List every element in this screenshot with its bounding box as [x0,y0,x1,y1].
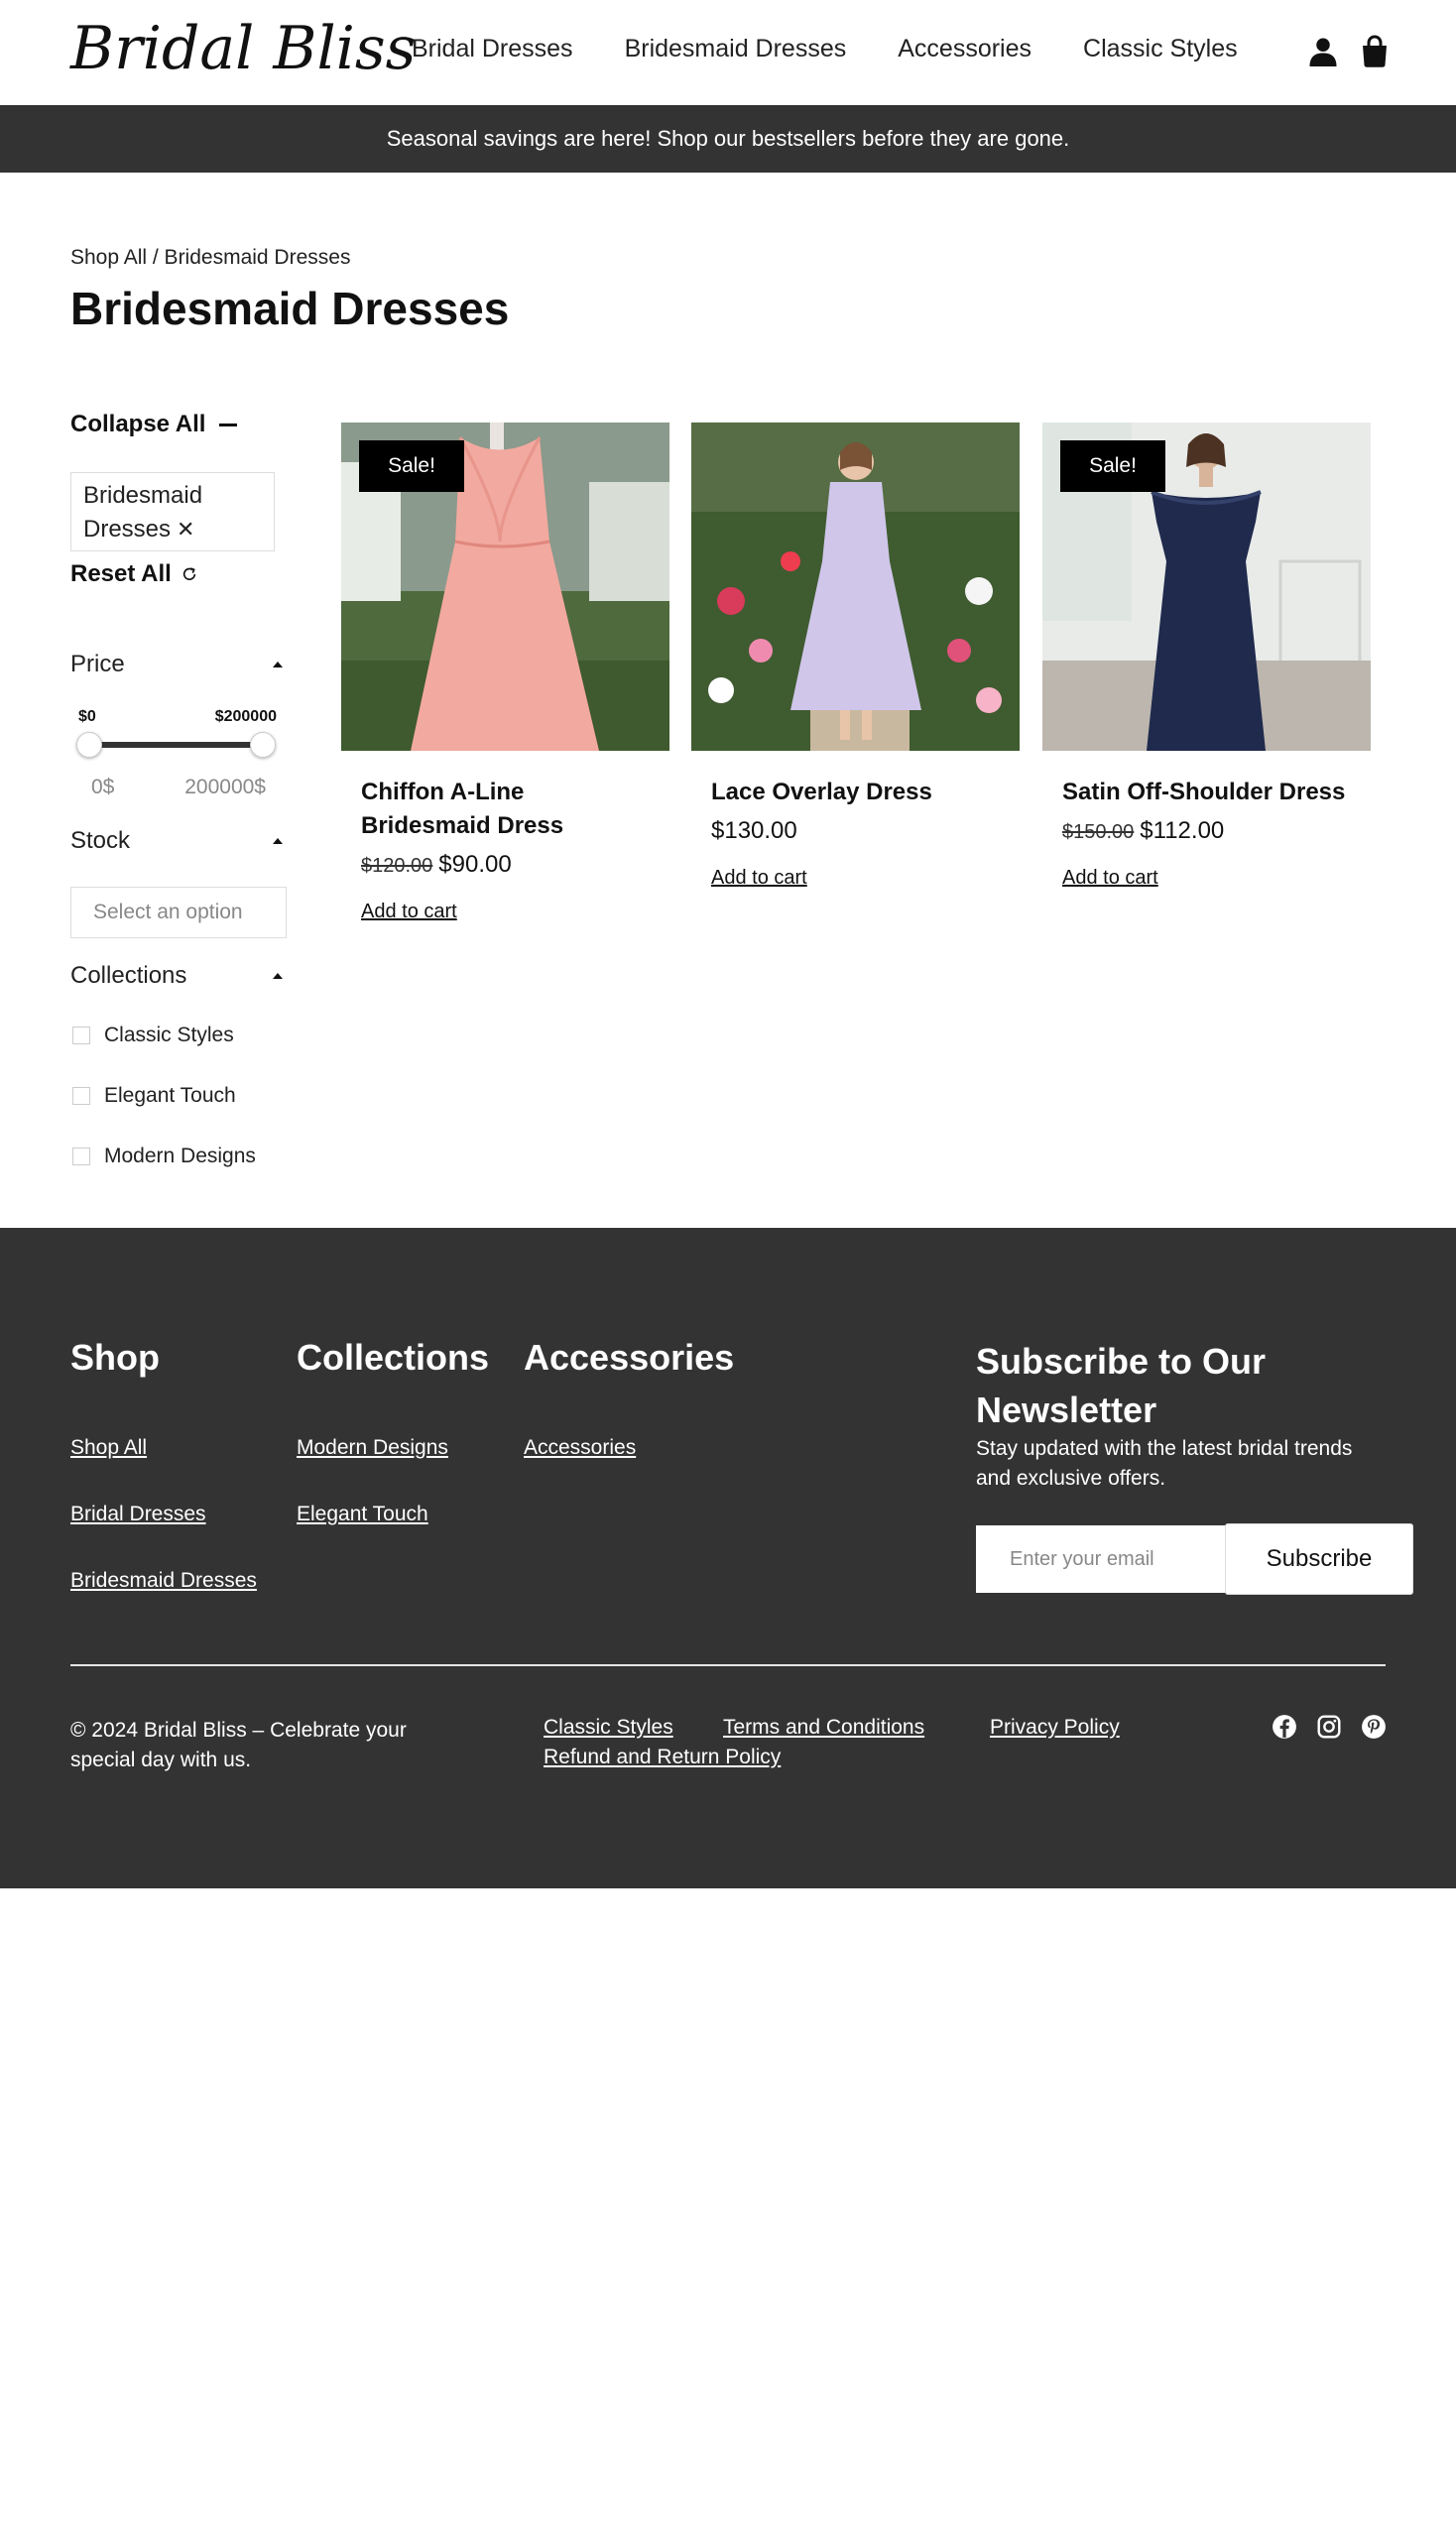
instagram-icon[interactable] [1316,1714,1342,1740]
nav-bridesmaid-dresses[interactable]: Bridesmaid Dresses [625,35,847,63]
product-name[interactable]: Chiffon A-Line Bridesmaid Dress [361,776,659,843]
price-slider-min-handle[interactable] [76,732,102,758]
page-title: Bridesmaid Dresses [70,283,510,334]
active-filter-chip[interactable]: Bridesmaid Dresses ✕ [70,472,275,551]
product-image[interactable]: Sale! [1042,423,1371,751]
collections-filter-title: Collections [70,962,187,989]
product-price: $120.00 $90.00 [361,851,512,879]
collection-option-label: Elegant Touch [104,1084,236,1107]
add-to-cart-button[interactable]: Add to cart [711,867,807,890]
caret-up-icon [273,838,283,844]
collapse-all-button[interactable]: Collapse All [70,411,238,438]
site-header: Bridal Bliss Bridal Dresses Bridesmaid D… [0,0,1456,105]
product-name[interactable]: Satin Off-Shoulder Dress [1062,776,1360,809]
price-filter-toggle[interactable]: Price [70,651,285,678]
collection-option-classic-styles[interactable]: Classic Styles [72,1024,234,1047]
price-min-label: $0 [78,708,96,725]
footer-collections-title: Collections [297,1337,490,1378]
bag-icon[interactable] [1357,34,1393,69]
footer-accessories-title: Accessories [524,1337,735,1378]
product-price: $130.00 [711,817,797,845]
price-max-value: 200000$ [184,776,266,798]
sale-badge: Sale! [1060,440,1165,492]
price-range-labels: $0 $200000 [78,708,277,726]
close-icon[interactable]: ✕ [177,517,194,542]
footer-link-bridal-dresses[interactable]: Bridal Dresses [70,1503,206,1526]
reset-all-label: Reset All [70,560,172,587]
pinterest-icon[interactable] [1361,1714,1387,1740]
site-logo[interactable]: Bridal Bliss [70,14,416,83]
product-sale-price: $130.00 [711,817,797,844]
price-range-values: 0$ 200000$ [91,776,266,799]
footer-link-shop-all[interactable]: Shop All [70,1436,147,1460]
checkbox[interactable] [72,1087,90,1105]
dress-photo [691,423,1020,751]
caret-up-icon [273,973,283,979]
copyright: © 2024 Bridal Bliss – Celebrate your spe… [70,1719,407,1771]
product-image[interactable] [691,423,1020,751]
collapse-all-label: Collapse All [70,411,206,437]
footer-shop-title: Shop [70,1337,160,1378]
collection-option-label: Modern Designs [104,1145,256,1167]
newsletter-description: Stay updated with the latest bridal tren… [976,1437,1353,1490]
breadcrumb[interactable]: Shop All / Bridesmaid Dresses [70,246,350,270]
product-old-price: $150.00 [1062,821,1135,843]
price-slider-max-handle[interactable] [250,732,276,758]
product-name[interactable]: Lace Overlay Dress [711,776,1009,809]
newsletter-email-input[interactable]: Enter your email [976,1525,1226,1593]
price-filter-title: Price [70,651,125,677]
product-price: $150.00 $112.00 [1062,817,1224,845]
legal-link-privacy[interactable]: Privacy Policy [990,1716,1120,1740]
checkbox[interactable] [72,1027,90,1044]
footer-link-bridesmaid-dresses[interactable]: Bridesmaid Dresses [70,1569,257,1593]
legal-link-classic-styles[interactable]: Classic Styles [544,1716,673,1740]
caret-up-icon [273,662,283,667]
sale-badge: Sale! [359,440,464,492]
collection-option-modern-designs[interactable]: Modern Designs [72,1145,256,1168]
nav-classic-styles[interactable]: Classic Styles [1083,35,1238,63]
legal-link-terms[interactable]: Terms and Conditions [723,1716,924,1740]
collection-option-elegant-touch[interactable]: Elegant Touch [72,1084,236,1108]
price-min-value: 0$ [91,776,115,798]
minus-icon [219,423,238,426]
footer-link-modern-designs[interactable]: Modern Designs [297,1436,448,1460]
user-icon[interactable] [1305,34,1341,69]
product-sale-price: $112.00 [1140,817,1225,844]
collection-option-label: Classic Styles [104,1024,234,1046]
product-image[interactable]: Sale! [341,423,669,751]
product-old-price: $120.00 [361,855,433,877]
footer-link-accessories[interactable]: Accessories [524,1436,636,1460]
product-sale-price: $90.00 [438,851,512,878]
facebook-icon[interactable] [1272,1714,1297,1740]
legal-link-refund[interactable]: Refund and Return Policy [544,1746,781,1769]
stock-filter-toggle[interactable]: Stock [70,827,285,855]
footer-link-elegant-touch[interactable]: Elegant Touch [297,1503,428,1526]
newsletter-title: Subscribe to Our Newsletter [976,1341,1267,1430]
announcement-bar: Seasonal savings are here! Shop our best… [0,105,1456,173]
refresh-icon [182,567,195,580]
reset-all-button[interactable]: Reset All [70,560,197,588]
dress-shape [1147,492,1266,751]
price-slider-track[interactable] [89,742,264,748]
site-footer: Shop Shop All Bridal Dresses Bridesmaid … [0,1228,1456,1888]
add-to-cart-button[interactable]: Add to cart [361,901,457,923]
stock-filter-title: Stock [70,827,131,854]
main-nav: Bridal Dresses Bridesmaid Dresses Access… [412,35,1238,63]
checkbox[interactable] [72,1148,90,1165]
nav-bridal-dresses[interactable]: Bridal Dresses [412,35,573,63]
subscribe-button[interactable]: Subscribe [1225,1523,1413,1595]
add-to-cart-button[interactable]: Add to cart [1062,867,1158,890]
footer-divider [70,1664,1386,1666]
nav-accessories[interactable]: Accessories [898,35,1031,63]
collections-filter-toggle[interactable]: Collections [70,962,285,990]
stock-select[interactable]: Select an option [70,887,287,938]
price-max-label: $200000 [214,708,277,725]
